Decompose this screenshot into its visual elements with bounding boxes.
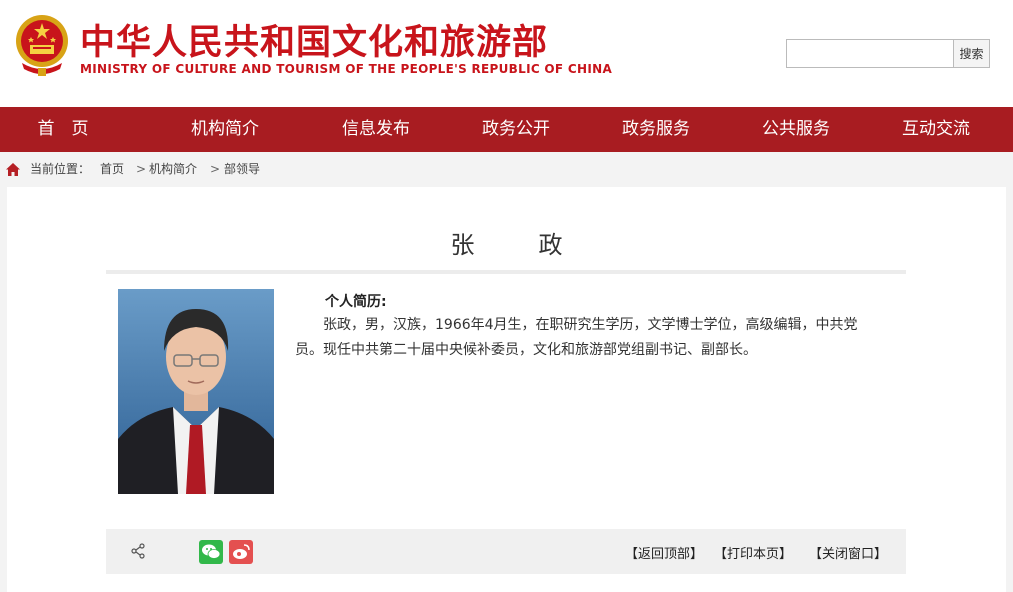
article-toolbar: 【返回顶部】 【打印本页】 【关闭窗口】: [106, 529, 906, 574]
national-emblem-icon: [16, 15, 68, 76]
share-icon[interactable]: [130, 543, 146, 559]
site-title-cn: 中华人民共和国文化和旅游部: [80, 23, 549, 63]
bio-title: 个人简历:: [325, 294, 387, 310]
search-input[interactable]: [787, 40, 953, 67]
nav-item-gov-services[interactable]: 政务服务: [604, 107, 708, 152]
title-divider: [106, 270, 906, 274]
close-window-link[interactable]: 【关闭窗口】: [809, 543, 887, 562]
nav-item-home[interactable]: 首 页: [0, 107, 126, 152]
nav-item-interaction[interactable]: 互动交流: [884, 107, 988, 152]
nav-item-about[interactable]: 机构简介: [126, 107, 324, 152]
breadcrumb: 当前位置： 首页 > 机构简介 > 部领导: [0, 152, 1013, 187]
print-page-link[interactable]: 【打印本页】: [714, 543, 792, 562]
breadcrumb-about[interactable]: 机构简介: [149, 152, 197, 187]
nav-item-news[interactable]: 信息发布: [324, 107, 428, 152]
main-content: 张 政 个人简历: 张政，男，汉族，1966年4月生，在职研究生学历，文学博士学…: [7, 187, 1006, 592]
site-title-en: MINISTRY OF CULTURE AND TOURISM OF THE P…: [80, 62, 613, 76]
nav-item-gov-info[interactable]: 政务公开: [428, 107, 604, 152]
wechat-icon[interactable]: [199, 540, 223, 564]
breadcrumb-leaders[interactable]: 部领导: [224, 152, 260, 187]
bio-text: 张政，男，汉族，1966年4月生，在职研究生学历，文学博士学位，高级编辑，中共党…: [295, 317, 858, 358]
breadcrumb-home[interactable]: 首页: [100, 152, 124, 187]
breadcrumb-separator: >: [136, 162, 147, 176]
breadcrumb-separator: >: [210, 162, 221, 176]
site-header: 中华人民共和国文化和旅游部 MINISTRY OF CULTURE AND TO…: [0, 0, 1013, 107]
back-to-top-link[interactable]: 【返回顶部】: [625, 543, 703, 562]
search-button[interactable]: 搜索: [953, 40, 989, 67]
nav-item-public-services[interactable]: 公共服务: [708, 107, 884, 152]
main-nav: 首 页 机构简介 信息发布 政务公开 政务服务 公共服务 互动交流: [0, 107, 1013, 152]
page-title: 张 政: [450, 231, 583, 259]
portrait-photo: [118, 289, 274, 494]
breadcrumb-label: 当前位置：: [30, 162, 91, 176]
search-box: 搜索: [786, 39, 990, 68]
weibo-icon[interactable]: [229, 540, 253, 564]
home-icon: [6, 163, 20, 176]
